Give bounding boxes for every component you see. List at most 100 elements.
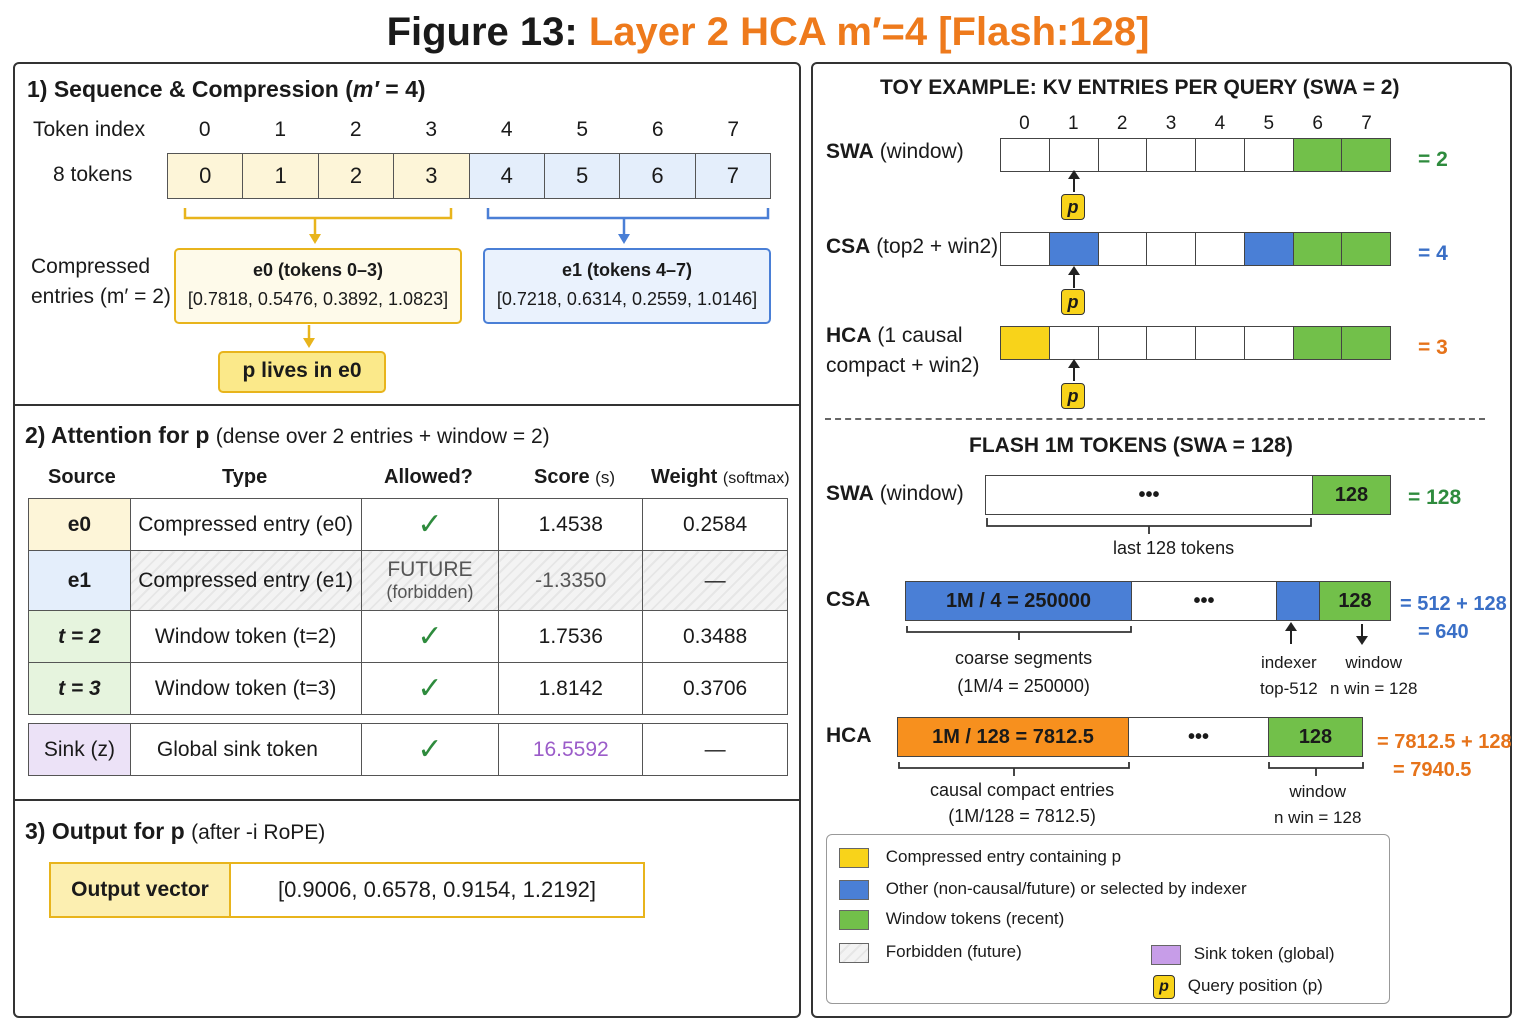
hdr-allowed: Allowed? <box>384 466 473 488</box>
flash-csa-note: coarse segments (1M/4 = 250000) <box>955 644 1092 700</box>
toy-hca-sub1: (1 causal <box>877 324 963 347</box>
token-cell-2: 2 <box>318 154 395 198</box>
token-cell-0: 0 <box>168 154 244 198</box>
table-headers: Source Type Allowed? Score (s) Weight (s… <box>28 466 790 492</box>
token-index-3: 3 <box>425 118 438 141</box>
output-value: [0.9006, 0.6578, 0.9154, 1.2192] <box>277 877 597 902</box>
toy-index-0: 0 <box>1019 113 1030 134</box>
row-e0-type: Compressed entry (e0) <box>129 498 362 551</box>
kv-cell <box>1342 327 1390 359</box>
p-lives-box: p lives in e0 <box>218 351 386 393</box>
legend-yellow-swatch <box>839 847 869 868</box>
toy-index-7: 7 <box>1361 113 1372 134</box>
toy-swa-arrowhead <box>1068 170 1080 179</box>
legend-item: Other (non-causal/future) or selected by… <box>839 879 1247 900</box>
kv-cell <box>1196 233 1245 265</box>
toy-hca-query: p <box>1061 383 1085 409</box>
e0-box: e0 (tokens 0–3) [0.7818, 0.5476, 0.3892,… <box>174 248 462 324</box>
flash-hca-win-brace <box>1268 762 1364 776</box>
row-e1-allowed: FUTURE (forbidden) <box>360 550 500 611</box>
kv-cell <box>1001 327 1050 359</box>
flash-swa-brace <box>986 518 1312 534</box>
legend-blue-label: Other (non-causal/future) or selected by… <box>885 879 1247 898</box>
kv-cell <box>1098 139 1148 171</box>
row-t3-type: Window token (t=3) <box>129 662 362 715</box>
flash-csa-window: 128 <box>1320 582 1390 620</box>
flash-hca-note2: (1M/128 = 7812.5) <box>948 806 1096 826</box>
sink-table: Sink (z) Global sink token ✓ 16.5592 — <box>28 723 788 776</box>
sink-type: Global sink token <box>129 723 362 776</box>
legend-item: Compressed entry containing p <box>839 847 1121 868</box>
flash-swa-label: SWA (window) <box>826 482 964 506</box>
toy-index-2: 2 <box>1116 113 1128 134</box>
e1-values: [0.7218, 0.6314, 0.2559, 1.0146] <box>496 289 758 309</box>
divider-2 <box>13 799 801 801</box>
flash-csa-note2: (1M/4 = 250000) <box>957 676 1090 696</box>
kv-cell <box>1098 327 1148 359</box>
legend-item: Forbidden (future) <box>839 942 1022 963</box>
output-box: Output vector [0.9006, 0.6578, 0.9154, 1… <box>49 862 645 918</box>
legend-item: Window tokens (recent) <box>839 909 1064 930</box>
flash-swa-eq: = 128 <box>1408 486 1461 510</box>
flash-hca-note: causal compact entries (1M/128 = 7812.5) <box>930 777 1114 829</box>
token-index-1: 1 <box>274 118 287 141</box>
section-2-title: 2) Attention for p (dense over 2 entries… <box>25 422 550 449</box>
toy-swa-name: SWA <box>826 140 874 163</box>
flash-csa-note1: coarse segments <box>955 648 1093 668</box>
toy-swa-eq: = 2 <box>1418 148 1448 172</box>
toy-swa-sub: (window) <box>879 140 964 163</box>
flash-hca-brace <box>898 762 1130 776</box>
kv-cell <box>1001 139 1050 171</box>
tokens-label: 8 tokens <box>53 163 133 186</box>
toy-hca-eq-text: = 3 <box>1418 336 1448 359</box>
toy-csa-query: p <box>1061 289 1085 315</box>
legend-yellow-label: Compressed entry containing p <box>885 847 1122 866</box>
p-lives-text: p lives in e0 <box>242 359 362 382</box>
flash-hca-eq: = 7812.5 + 128 = 7940.5 <box>1377 728 1512 784</box>
row-t2-weight: 0.3488 <box>642 610 788 663</box>
flash-csa-selected <box>1277 582 1320 620</box>
legend-hatch-swatch <box>839 942 869 963</box>
token-cell-1: 1 <box>243 154 319 198</box>
token-cells: 01234567 <box>167 153 771 199</box>
legend-query-swatch: p <box>1153 975 1175 999</box>
figure-title: Figure 13: Layer 2 HCA m′=4 [Flash:128] <box>0 10 1536 55</box>
toy-csa-row <box>1000 232 1391 266</box>
toy-csa-label: CSA (top2 + win2) <box>826 235 998 259</box>
indexer-note1: indexer <box>1260 653 1317 672</box>
kv-cell <box>1293 233 1343 265</box>
kv-cell <box>1001 233 1050 265</box>
dashed-divider <box>825 418 1485 420</box>
output-label: Output vector <box>51 864 231 916</box>
window-arrowhead <box>1356 636 1368 645</box>
row-t2-score: 1.7536 <box>498 610 644 663</box>
flash-swa-eq-text: = 128 <box>1408 486 1462 509</box>
sink-score: 16.5592 <box>498 723 644 776</box>
toy-hca-row <box>1000 326 1391 360</box>
flash-title: FLASH 1M TOKENS (SWA = 128) <box>969 434 1293 457</box>
sink-row: Sink (z) Global sink token ✓ 16.5592 — <box>28 723 788 776</box>
flash-csa-eq1: = 512 + 128 <box>1400 593 1507 615</box>
flash-swa-window: 128 <box>1313 476 1390 514</box>
legend-green-label: Window tokens (recent) <box>885 909 1065 928</box>
table-row: e0 Compressed entry (e0) ✓ 1.4538 0.2584 <box>28 498 788 551</box>
compressed-label: Compressed entries (m′ = 2) <box>31 252 171 312</box>
row-t3-weight: 0.3706 <box>642 662 788 715</box>
sink-allowed: ✓ <box>360 723 500 776</box>
toy-index-row: 0 1 2 3 4 5 6 7 <box>1000 113 1391 135</box>
row-e1-score: -1.3350 <box>498 550 644 611</box>
legend-item: p Query position (p) <box>1153 975 1323 999</box>
kv-cell <box>1147 139 1196 171</box>
kv-cell <box>1244 139 1294 171</box>
hdr-score-text: Score <box>534 466 590 488</box>
window-note: window n win = 128 <box>1330 650 1417 702</box>
figure-title-accent: Layer 2 HCA m′=4 [Flash:128] <box>588 10 1150 54</box>
kv-cell <box>1244 327 1294 359</box>
kv-cell <box>1098 233 1148 265</box>
toy-csa-name: CSA <box>826 235 871 258</box>
toy-title: TOY EXAMPLE: KV ENTRIES PER QUERY (SWA =… <box>880 76 1400 99</box>
figure-title-prefix: Figure 13: <box>386 10 578 54</box>
flash-hca-eq1: = 7812.5 + 128 <box>1377 731 1512 753</box>
kv-cell <box>1147 233 1196 265</box>
compressed-label-1: Compressed <box>31 255 151 278</box>
